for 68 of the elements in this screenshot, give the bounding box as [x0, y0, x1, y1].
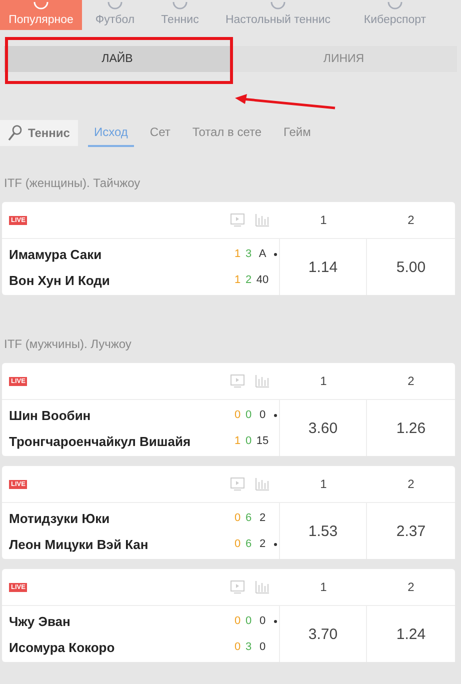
point-score: 15 [255, 435, 270, 447]
column-header: 1 [319, 213, 328, 227]
sport-icon [107, 2, 123, 10]
sport-tab[interactable]: Настольный теннис [212, 0, 344, 30]
point-score: 0 [258, 409, 267, 421]
player-name: Леон Мицуки Вэй Кан [9, 536, 150, 552]
set-score: 1 [233, 248, 242, 260]
set-score: 1 [233, 274, 242, 286]
set-score: 1 [233, 435, 242, 447]
tournament-title: ITF (женщины). Тайчжоу [3, 175, 142, 192]
set-score: 0 [233, 615, 242, 627]
sport-filter-button[interactable]: Теннис [0, 120, 78, 146]
column-header: 1 [319, 374, 328, 388]
set-score: 0 [233, 409, 242, 421]
sport-tab[interactable]: Киберспорт [344, 0, 446, 30]
game-score: 6 [244, 538, 253, 550]
set-score: 0 [233, 512, 242, 524]
stats-icon[interactable] [255, 213, 270, 227]
stats-icon[interactable] [255, 580, 270, 594]
sport-icon [33, 2, 49, 10]
video-icon[interactable] [230, 213, 245, 227]
sport-tab[interactable]: Футбол [82, 0, 148, 30]
game-score: 2 [244, 274, 253, 286]
video-icon[interactable] [230, 580, 245, 594]
market-tab[interactable]: Гейм [278, 120, 317, 146]
stats-icon[interactable] [255, 374, 270, 388]
column-header: 2 [406, 580, 416, 594]
video-icon[interactable] [230, 477, 245, 491]
mode-tab[interactable]: ЛИНИЯ [230, 46, 457, 72]
column-header: 1 [319, 580, 328, 594]
market-tab[interactable]: Сет [144, 120, 176, 146]
sport-tab[interactable]: Теннис [148, 0, 212, 30]
sport-icon [270, 2, 286, 10]
point-score: 2 [258, 512, 267, 524]
set-score: 0 [233, 641, 242, 653]
market-tab[interactable]: Исход [88, 120, 134, 146]
point-score: 0 [258, 615, 267, 627]
player-name: Имамура Саки [9, 246, 103, 262]
point-score: A [258, 248, 268, 260]
sport-icon [172, 2, 188, 10]
game-score: 0 [244, 615, 253, 627]
player-name: Мотидзуки Юки [9, 510, 111, 526]
point-score: 2 [258, 538, 267, 550]
sport-filter-label: Теннис [28, 126, 70, 140]
player-name: Тронгчароенчайкул Вишайя [9, 434, 192, 448]
column-header: 2 [406, 477, 416, 491]
player-name: Вон Хун И Коди [9, 272, 111, 288]
market-tab[interactable]: Тотал в сете [186, 120, 268, 146]
player-name: Шин Вообин [9, 408, 92, 422]
game-score: 0 [244, 435, 253, 447]
column-header: 2 [406, 213, 416, 227]
column-header: 2 [406, 374, 416, 388]
tournament-title: ITF (мужчины). Лучжоу [3, 336, 132, 353]
set-score: 0 [233, 538, 242, 550]
sport-tab[interactable]: Популярное [0, 0, 82, 30]
mode-tab[interactable]: ЛАЙВ [4, 46, 230, 72]
game-score: 3 [244, 641, 253, 653]
game-score: 6 [244, 512, 253, 524]
point-score: 0 [258, 641, 267, 653]
video-icon[interactable] [230, 374, 245, 388]
game-score: 0 [244, 409, 253, 421]
player-name: Чжу Эван [9, 614, 72, 628]
game-score: 3 [244, 248, 253, 260]
column-header: 1 [319, 477, 328, 491]
sport-icon [387, 2, 403, 10]
point-score: 40 [255, 274, 270, 286]
player-name: Исомура Кокоро [9, 640, 116, 654]
stats-icon[interactable] [255, 477, 270, 491]
